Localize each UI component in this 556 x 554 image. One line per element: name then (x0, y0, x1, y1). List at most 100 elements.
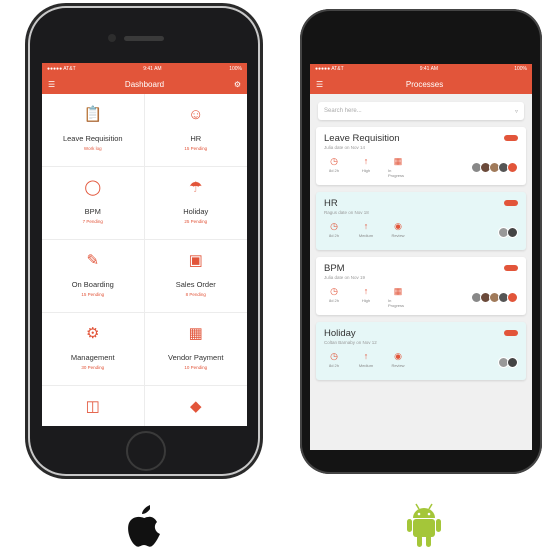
person-icon: ☺ (188, 106, 204, 123)
tile-label: Management (70, 353, 115, 362)
status-badge (504, 330, 518, 336)
tile-holiday[interactable]: ☂ Holiday 25 Pending (144, 167, 247, 240)
process-card[interactable]: Leave Requisition Julia date on Nov 14 ◷… (316, 127, 526, 185)
tile-label: Leave Requisition (62, 134, 123, 143)
tile-on-boarding[interactable]: ✎ On Boarding 15 Pending (42, 240, 145, 313)
android-robot-icon (407, 503, 441, 547)
tile-vendor-payment[interactable]: ▦ Vendor Payment 10 Pending (144, 313, 247, 386)
tile-sales-order[interactable]: ▣ Sales Order 8 Pending (144, 240, 247, 313)
meta-text: 8d 2h (328, 168, 339, 173)
avatar (507, 357, 518, 368)
tile-cart[interactable]: ◫ (42, 386, 145, 426)
tile-hr[interactable]: ☺ HR 15 Pending (144, 94, 247, 167)
tile-tag[interactable]: ◆ (145, 386, 248, 426)
tile-label: Sales Order (175, 280, 216, 289)
meta-text: 8d 2h (328, 298, 339, 303)
card-title: Holiday (324, 328, 356, 339)
tile-label: On Boarding (71, 280, 114, 289)
home-button[interactable] (126, 431, 166, 471)
chart-icon: ▦ (393, 156, 403, 166)
page-title: Processes (405, 79, 444, 89)
time-label: 9:41 AM (143, 65, 162, 72)
battery-label: 100% (514, 66, 527, 72)
tile-label: Vendor Payment (168, 353, 224, 362)
meta-text: 8d 2h (328, 233, 339, 238)
carrier-label: ●●●●● AT&T (47, 65, 76, 72)
status-badge (504, 265, 518, 271)
card-subtitle: Ragus date on Nov 18 (324, 210, 369, 215)
avatar (507, 292, 518, 303)
meta-text: Review (391, 363, 405, 368)
ios-screen: ●●●●● AT&T 9:41 AM 100% ☰ Dashboard ⚙ 📋 … (42, 63, 247, 426)
beach-icon: ☂ (189, 179, 203, 196)
card-subtitle: Julia date on Nov 19 (324, 275, 366, 280)
avatar (507, 162, 518, 173)
meta-text: Review (391, 233, 405, 238)
iphone-device: ●●●●● AT&T 9:41 AM 100% ☰ Dashboard ⚙ 📋 … (28, 6, 260, 476)
card-title: Leave Requisition (324, 133, 400, 144)
card-subtitle: Coltan Barnaby on Nov 12 (324, 340, 377, 345)
tile-leave-requisition[interactable]: 📋 Leave Requisition Work log (42, 94, 145, 167)
search-placeholder: Search here... (324, 108, 362, 114)
clock-icon: ◷ (330, 286, 338, 296)
meta-text: In Progress (388, 168, 405, 178)
gear-icon: ⚙ (86, 325, 100, 342)
tile-sub: 10 Pending (184, 365, 208, 370)
dashboard-grid: 📋 Leave Requisition Work log ☺ HR 15 Pen… (42, 94, 247, 426)
page-title: Dashboard (124, 79, 165, 89)
status-badge (504, 135, 518, 141)
ios-status-bar: ●●●●● AT&T 9:41 AM 100% (42, 63, 247, 74)
process-card[interactable]: HR Ragus date on Nov 18 ◷ 8d 2h ↑ Medium ◉… (316, 192, 526, 250)
meta-text: Medium (358, 363, 374, 368)
tile-label: HR (190, 134, 202, 143)
android-app-bar: ☰ Processes (310, 74, 532, 94)
onboarding-icon: ✎ (86, 252, 100, 269)
meta-text: High (361, 298, 371, 303)
tile-label: BPM (84, 207, 101, 216)
clock-icon: ◷ (330, 351, 338, 361)
android-status-bar: ●●●●● AT&T 9:41 AM 100% (310, 64, 532, 74)
android-screen: ●●●●● AT&T 9:41 AM 100% ☰ Processes Sear… (310, 64, 532, 450)
meta-text: Medium (358, 233, 374, 238)
eye-icon: ◉ (394, 351, 402, 361)
document-icon: 📋 (83, 106, 103, 123)
settings-icon[interactable]: ⚙ (234, 80, 241, 89)
arrow-up-icon: ↑ (363, 156, 369, 166)
status-badge (504, 200, 518, 206)
tile-sub: 15 Pending (81, 292, 105, 297)
bulb-icon: ◯ (84, 179, 102, 196)
tile-sub: 25 Pending (184, 219, 208, 224)
tile-sub: 7 Pending (82, 219, 103, 224)
clock-icon: ◷ (330, 156, 338, 166)
cart-icon: ◫ (85, 398, 100, 415)
front-camera (108, 34, 116, 42)
menu-icon[interactable]: ☰ (48, 80, 55, 89)
tile-sub: Work log (83, 146, 102, 151)
card-title: HR (324, 198, 338, 209)
tag-icon: ◆ (189, 398, 202, 415)
tile-management[interactable]: ⚙ Management 30 Pending (42, 313, 145, 386)
arrow-up-icon: ↑ (363, 286, 369, 296)
tile-sub: 30 Pending (81, 365, 105, 370)
avatar (507, 227, 518, 238)
time-label: 9:41 AM (419, 66, 439, 72)
filter-icon[interactable]: ▿ (515, 108, 518, 115)
meta-text: 8d 2h (328, 363, 339, 368)
apple-logo-icon (128, 505, 160, 547)
meta-text: High (361, 168, 371, 173)
android-device: ●●●●● AT&T 9:41 AM 100% ☰ Processes Sear… (300, 9, 542, 474)
menu-icon[interactable]: ☰ (316, 80, 323, 89)
tile-bpm[interactable]: ◯ BPM 7 Pending (42, 167, 145, 240)
process-card[interactable]: Holiday Coltan Barnaby on Nov 12 ◷ 8d 2h … (316, 322, 526, 380)
avatar-stack (471, 162, 518, 173)
tile-sub: 8 Pending (185, 292, 206, 297)
process-card[interactable]: BPM Julia date on Nov 19 ◷ 8d 2h ↑ High ▦ I… (316, 257, 526, 315)
card-subtitle: Julia date on Nov 14 (324, 145, 366, 150)
chart-icon: ▣ (188, 252, 203, 269)
eye-icon: ◉ (394, 221, 402, 231)
speaker-grille (124, 36, 164, 41)
search-input[interactable]: Search here... ▿ (318, 102, 524, 120)
arrow-up-icon: ↑ (363, 221, 369, 231)
card-title: BPM (324, 263, 345, 274)
ios-nav-bar: ☰ Dashboard ⚙ (42, 74, 247, 94)
